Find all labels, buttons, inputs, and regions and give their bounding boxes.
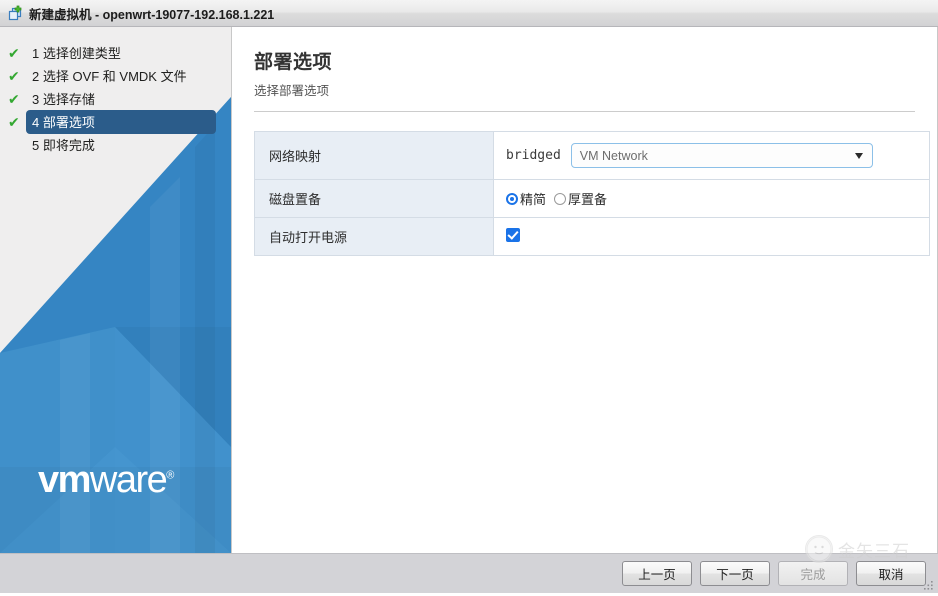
step-label: 3 选择存储: [32, 91, 95, 107]
page-subtitle: 选择部署选项: [254, 84, 330, 98]
radio-unselected-icon: [554, 192, 567, 205]
sidebar-step-1[interactable]: ✔ 1 选择创建类型: [6, 41, 231, 64]
wizard-step-list: ✔ 1 选择创建类型 ✔ 2 选择 OVF 和 VMDK 文件 ✔ 3 选择存储…: [0, 27, 231, 156]
resize-grip[interactable]: [922, 578, 935, 591]
registered-mark: ®: [166, 469, 175, 482]
wizard-footer: 上一页 下一页 完成 取消: [0, 553, 938, 593]
source-network-name: bridged: [506, 148, 561, 163]
wizard-sidebar: ✔ 1 选择创建类型 ✔ 2 选择 OVF 和 VMDK 文件 ✔ 3 选择存储…: [0, 27, 231, 553]
check-icon: ✔: [8, 67, 20, 84]
disk-provisioning-radio-group: 精简 厚置备: [506, 189, 929, 208]
title-bar: 新建虚拟机 - openwrt-19077-192.168.1.221: [0, 0, 938, 27]
new-vm-icon: [6, 5, 24, 21]
step-label: 4 部署选项: [26, 109, 216, 134]
power-on-label: 自动打开电源: [254, 217, 494, 256]
window-title: 新建虚拟机 - openwrt-19077-192.168.1.221: [29, 7, 275, 22]
disk-provisioning-label: 磁盘置备: [254, 179, 494, 218]
table-row-disk-provisioning: 磁盘置备 精简 厚置备: [254, 179, 930, 218]
wizard-main-panel: 部署选项 选择部署选项 网络映射 bridged VM Network 磁盘置备…: [231, 27, 938, 553]
network-select-value: VM Network: [579, 148, 648, 163]
radio-thick-label: 厚置备: [568, 192, 608, 207]
cancel-button[interactable]: 取消: [856, 561, 926, 586]
sidebar-step-5[interactable]: · 5 即将完成: [6, 133, 231, 156]
vmware-logo-vm: vm: [38, 459, 91, 501]
new-vm-wizard-window: 新建虚拟机 - openwrt-19077-192.168.1.221 ✔ 1 …: [0, 0, 938, 593]
step-label: 2 选择 OVF 和 VMDK 文件: [32, 68, 187, 84]
page-title: 部署选项: [254, 52, 333, 73]
check-icon: ✔: [8, 44, 20, 61]
step-label: 5 即将完成: [32, 137, 95, 153]
next-button[interactable]: 下一页: [700, 561, 770, 586]
deployment-options-table: 网络映射 bridged VM Network 磁盘置备 精简 厚置备 自动打开…: [254, 131, 930, 256]
sidebar-step-2[interactable]: ✔ 2 选择 OVF 和 VMDK 文件: [6, 64, 231, 87]
step-bullet-placeholder: ·: [8, 138, 24, 152]
network-mapping-label: 网络映射: [254, 131, 494, 180]
radio-selected-icon: [506, 192, 518, 205]
table-row-network-mapping: 网络映射 bridged VM Network: [254, 131, 930, 180]
vmware-logo-ware: ware: [89, 459, 168, 501]
radio-thin-provision[interactable]: 精简: [506, 189, 546, 208]
radio-thick-provision[interactable]: 厚置备: [554, 189, 607, 208]
back-button[interactable]: 上一页: [622, 561, 692, 586]
sidebar-step-4[interactable]: ✔ 4 部署选项: [6, 109, 231, 134]
finish-button: 完成: [778, 561, 848, 586]
vmware-logo: vmware®: [38, 461, 174, 499]
check-icon: ✔: [8, 113, 20, 130]
radio-thin-label: 精简: [520, 192, 547, 207]
check-icon: ✔: [8, 90, 20, 107]
sidebar-step-3[interactable]: ✔ 3 选择存储: [6, 87, 231, 110]
network-select[interactable]: VM Network: [570, 143, 873, 168]
chevron-down-icon: [854, 152, 863, 159]
header-divider: [254, 111, 915, 112]
table-row-power-on: 自动打开电源: [254, 217, 930, 256]
step-label: 1 选择创建类型: [32, 45, 121, 61]
power-on-checkbox[interactable]: [506, 228, 520, 242]
wizard-body: ✔ 1 选择创建类型 ✔ 2 选择 OVF 和 VMDK 文件 ✔ 3 选择存储…: [0, 27, 938, 553]
